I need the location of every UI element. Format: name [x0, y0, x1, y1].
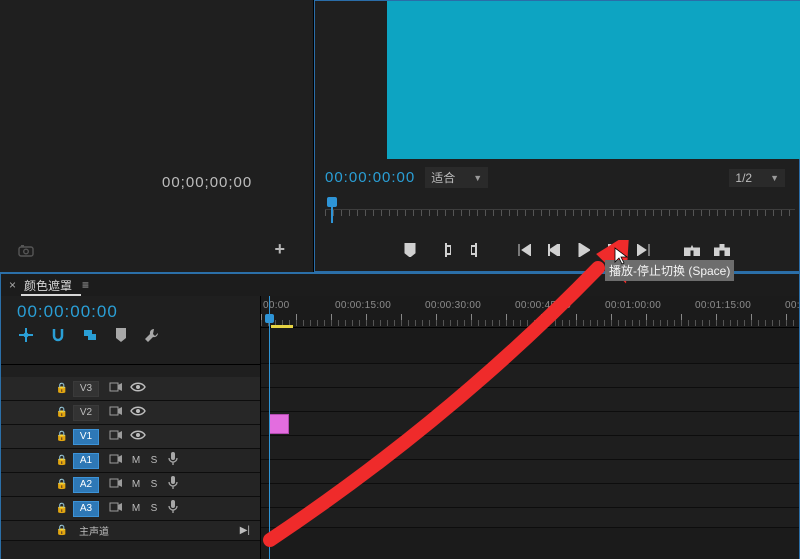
marker-tool-icon[interactable] — [115, 328, 127, 342]
track-label-v3[interactable]: V3 — [73, 381, 99, 397]
toggle-output-icon[interactable] — [105, 478, 127, 491]
extract-button[interactable] — [707, 239, 737, 261]
playhead[interactable] — [269, 296, 270, 559]
timeline-timecode[interactable]: 00:00:00:00 — [1, 296, 260, 326]
toggle-output-icon[interactable] — [105, 454, 127, 467]
track-label-v2[interactable]: V2 — [73, 405, 99, 421]
ruler-label: 00:00 — [263, 300, 290, 311]
track-v2: 🔒 V2 — [1, 401, 260, 425]
go-to-out-button[interactable] — [629, 239, 659, 261]
mute-button[interactable]: M — [127, 455, 145, 466]
lock-icon[interactable]: 🔒 — [51, 479, 73, 490]
program-scrubber[interactable] — [325, 197, 795, 225]
lane-v3[interactable] — [261, 364, 799, 388]
lock-icon[interactable]: 🔒 — [51, 503, 73, 514]
mute-button[interactable]: M — [127, 503, 145, 514]
solo-button[interactable]: S — [145, 455, 163, 466]
lane-v2[interactable] — [261, 388, 799, 412]
skip-icon[interactable]: ▶| — [240, 525, 250, 536]
track-v1: 🔒 V1 — [1, 425, 260, 449]
track-a3: 🔒 A3 M S — [1, 497, 260, 521]
lift-button[interactable] — [677, 239, 707, 261]
scale-dropdown[interactable]: 1/2 ▼ — [729, 169, 785, 187]
program-timecode[interactable]: 00:00:00:00 — [325, 169, 415, 186]
chevron-down-icon: ▼ — [473, 173, 482, 183]
go-to-in-button[interactable] — [509, 239, 539, 261]
source-timecode: 00;00;00;00 — [162, 174, 252, 191]
program-video-preview — [387, 1, 800, 159]
tooltip: 播放-停止切换 (Space) — [605, 260, 734, 281]
lock-icon[interactable]: 🔒 — [51, 525, 73, 536]
eye-icon[interactable] — [127, 406, 149, 419]
magnet-icon[interactable] — [51, 328, 65, 342]
track-label-a1[interactable]: A1 — [73, 453, 99, 469]
track-label-v1[interactable]: V1 — [73, 429, 99, 445]
lock-icon[interactable]: 🔒 — [51, 383, 73, 394]
ruler-label: 00:01:00:00 — [605, 300, 661, 311]
ruler-label: 00:00:15:00 — [335, 300, 391, 311]
track-master: 🔒 主声道 ▶| — [1, 521, 260, 541]
time-ruler[interactable]: 00:00 00:00:15:00 00:00:30:00 00:00:45:0… — [261, 296, 799, 328]
transport-bar — [395, 239, 795, 261]
lane-a1[interactable] — [261, 436, 799, 460]
mic-icon[interactable] — [163, 500, 183, 517]
play-stop-toggle-button[interactable] — [569, 239, 599, 261]
timeline-panel: × 颜色遮罩 ≡ 00:00:00:00 🔒 V3 — [0, 272, 800, 559]
ruler-label: 00:01:15:00 — [695, 300, 751, 311]
step-forward-button[interactable] — [599, 239, 629, 261]
ruler-label: 00:00:30:00 — [425, 300, 481, 311]
mic-icon[interactable] — [163, 476, 183, 493]
program-monitor-panel: 00:00:00:00 适合 ▼ 1/2 ▼ — [314, 0, 800, 272]
lane-a2[interactable] — [261, 460, 799, 484]
toggle-output-icon[interactable] — [105, 430, 127, 443]
timeline-canvas[interactable]: 00:00 00:00:15:00 00:00:30:00 00:00:45:0… — [261, 296, 799, 559]
snap-icon[interactable] — [19, 328, 33, 342]
track-label-a2[interactable]: A2 — [73, 477, 99, 493]
mark-out-button[interactable] — [461, 239, 491, 261]
mark-in-button[interactable] — [431, 239, 461, 261]
camera-icon[interactable] — [18, 245, 34, 260]
linked-selection-icon[interactable] — [83, 328, 97, 342]
track-label-master: 主声道 — [73, 523, 109, 538]
lane-a3[interactable] — [261, 484, 799, 508]
toggle-output-icon[interactable] — [105, 382, 127, 395]
track-a1: 🔒 A1 M S — [1, 449, 260, 473]
eye-icon[interactable] — [127, 430, 149, 443]
solo-button[interactable]: S — [145, 503, 163, 514]
fit-dropdown[interactable]: 适合 ▼ — [425, 167, 488, 188]
plus-icon[interactable]: + — [274, 239, 285, 260]
step-back-button[interactable] — [539, 239, 569, 261]
lock-icon[interactable]: 🔒 — [51, 407, 73, 418]
toggle-output-icon[interactable] — [105, 406, 127, 419]
lock-icon[interactable]: 🔒 — [51, 455, 73, 466]
toggle-output-icon[interactable] — [105, 502, 127, 515]
track-label-a3[interactable]: A3 — [73, 501, 99, 517]
eye-icon[interactable] — [127, 382, 149, 395]
lane-master[interactable] — [261, 508, 799, 528]
ruler-label: 00:00:45:00 — [515, 300, 571, 311]
scale-dropdown-label: 1/2 — [735, 171, 752, 185]
track-a2: 🔒 A2 M S — [1, 473, 260, 497]
lane-v1[interactable] — [261, 412, 799, 436]
track-v3: 🔒 V3 — [1, 377, 260, 401]
chevron-down-icon: ▼ — [770, 173, 779, 183]
timeline-track-header: 00:00:00:00 🔒 V3 — [1, 296, 261, 559]
fit-dropdown-label: 适合 — [431, 169, 455, 186]
close-icon[interactable]: × — [9, 278, 16, 292]
lock-icon[interactable]: 🔒 — [51, 431, 73, 442]
sequence-name[interactable]: 颜色遮罩 — [24, 277, 72, 294]
source-monitor-panel: 00;00;00;00 + — [0, 0, 314, 272]
clip[interactable] — [269, 414, 289, 434]
wrench-icon[interactable] — [145, 328, 159, 342]
ruler-label: 00:01:30:00 — [785, 300, 799, 311]
mic-icon[interactable] — [163, 452, 183, 469]
mute-button[interactable]: M — [127, 479, 145, 490]
panel-menu-icon[interactable]: ≡ — [82, 278, 89, 292]
marker-button[interactable] — [395, 239, 425, 261]
solo-button[interactable]: S — [145, 479, 163, 490]
